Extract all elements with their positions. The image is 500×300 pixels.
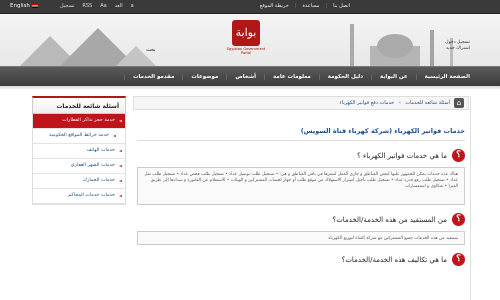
main-nav: الصفحة الرئيسية عن البوابة دليل الحكومة … <box>0 66 500 86</box>
nav-item-people[interactable]: أشخاص <box>226 74 264 80</box>
faq-question[interactable]: ؟ ما هي خدمات فواتير الكهرباء ؟ <box>133 148 469 164</box>
nav-item-providers[interactable]: مقدمو الخدمات <box>123 74 182 80</box>
toolbar: تسجيل RSS Aa العد a <box>60 3 134 9</box>
top-links: اتصل بنا مساعدة خريطة الموقع <box>260 3 350 9</box>
small-font-link[interactable]: a <box>131 3 134 9</box>
breadcrumb-separator: « <box>398 100 402 106</box>
logo-mark: بوابة <box>232 20 260 46</box>
faq-answer: هناك عدة خدمات يمكن للجمهور عليها لبعض ا… <box>137 167 465 205</box>
signup-link[interactable]: اشتراك جديد <box>430 46 470 52</box>
font-size-link[interactable]: Aa <box>100 3 106 9</box>
help-link[interactable]: مساعدة <box>303 3 328 9</box>
logo-tagline: Egyptian Government Portal <box>226 47 266 55</box>
faq-question[interactable]: ؟ من المستفيد من هذه الخدمة/الخدمات؟ <box>133 212 469 228</box>
uk-flag-icon <box>31 3 38 8</box>
nav-item-home[interactable]: الصفحة الرئيسية <box>415 74 478 80</box>
sidebar-item-gov-maps[interactable]: خدمة خرائط المواقع الحكومية <box>33 129 125 144</box>
breadcrumb: ⌂ أسئلة شائعة للخدمات « خدمات دفع فواتير… <box>133 96 469 110</box>
question-icon: ؟ <box>452 149 465 162</box>
content-border <box>470 96 471 300</box>
sidebar-item-real-estate[interactable]: خدمات الشهر العقاري <box>33 159 125 174</box>
question-icon: ؟ <box>452 213 465 226</box>
counter-link[interactable]: العد <box>115 3 123 9</box>
sidebar-title: أسئلة شائعة للخدمات <box>32 96 126 114</box>
sidebar-item-train-tickets[interactable]: خدمة حجز تذاكر القطارات <box>33 114 125 129</box>
site-logo[interactable]: بوابة Egyptian Government Portal <box>226 20 266 64</box>
sidebar-item-customs[interactable]: خدمات الجمارك <box>33 174 125 189</box>
home-icon[interactable]: ⌂ <box>454 98 464 108</box>
top-bar: English تسجيل RSS Aa العد a اتصل بنا مسا… <box>0 0 500 14</box>
page-title: خدمات فواتير الكهرباء (شركة كهرباء قناة … <box>300 127 465 135</box>
sidebar: أسئلة شائعة للخدمات خدمة حجز تذاكر القطا… <box>32 96 126 300</box>
language-switch[interactable]: English <box>10 3 38 9</box>
breadcrumb-item[interactable]: أسئلة شائعة للخدمات <box>405 100 450 106</box>
question-text: ما هي خدمات فواتير الكهرباء ؟ <box>357 152 447 160</box>
contact-link[interactable]: اتصل بنا <box>333 3 350 9</box>
search-button[interactable]: بحث <box>146 47 156 53</box>
nav-item-about[interactable]: عن البوابة <box>371 74 416 80</box>
nav-item-topics[interactable]: موضوعات <box>182 74 226 80</box>
nav-item-gov-guide[interactable]: دليل الحكومة <box>318 74 371 80</box>
sitemap-link[interactable]: خريطة الموقع <box>260 3 297 9</box>
question-icon: ؟ <box>452 253 465 266</box>
pyramids-image <box>20 28 156 66</box>
divider <box>137 140 465 141</box>
header-banner: بوابة Egyptian Government Portal بحث تسج… <box>0 14 500 66</box>
breadcrumb-item[interactable]: خدمات دفع فواتير الكهرباء <box>339 100 394 106</box>
nav-item-general-info[interactable]: معلومات عامة <box>264 74 319 80</box>
main-content: ⌂ أسئلة شائعة للخدمات « خدمات دفع فواتير… <box>133 96 469 300</box>
faq-question[interactable]: ؟ ما هي تكاليف هذه الخدمة/الخدمات؟ <box>133 252 469 268</box>
account-links: تسجيل دخول اشتراك جديد <box>430 40 470 52</box>
register-link[interactable]: تسجيل <box>60 3 74 9</box>
nav-shadow <box>0 86 500 90</box>
language-label[interactable]: English <box>10 3 30 9</box>
question-text: ما هي تكاليف هذه الخدمة/الخدمات؟ <box>341 256 447 264</box>
rss-link[interactable]: RSS <box>82 3 92 9</box>
sidebar-item-courts[interactable]: خدمات خدمات المحاكم <box>33 189 125 204</box>
question-text: من المستفيد من هذه الخدمة/الخدمات؟ <box>332 216 448 224</box>
sidebar-item-phone[interactable]: خدمات الهاتف <box>33 144 125 159</box>
faq-answer: يستفيد من هذه الخدمات جميع المشتركين مع … <box>137 231 465 245</box>
